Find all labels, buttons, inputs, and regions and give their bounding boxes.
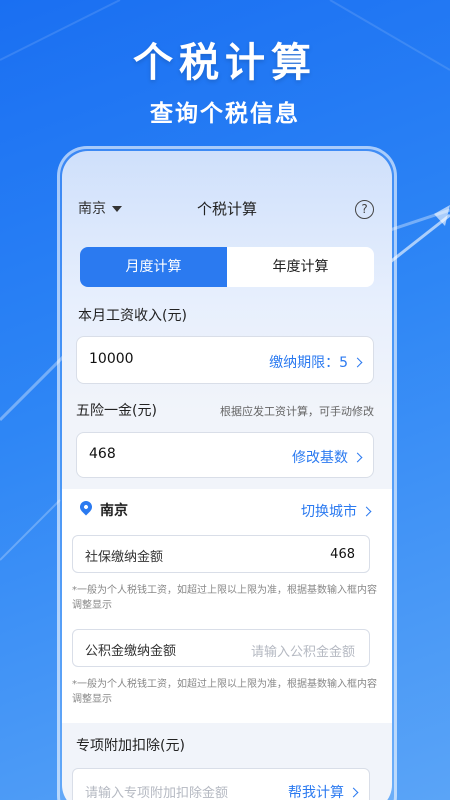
help-calculate-button[interactable]: 帮我计算 xyxy=(288,782,359,800)
period-selector[interactable]: 缴纳期限：5 xyxy=(269,352,363,372)
social-insurance-field[interactable]: 社保缴纳金额 468 xyxy=(72,535,370,573)
housing-fund-label: 公积金缴纳金额 xyxy=(85,644,177,659)
app-screen: 南京 个税计算 ? 月度计算 年度计算 本月工资收入(元) 10000 缴纳期限… xyxy=(62,151,392,800)
period-label: 缴纳期限：5 xyxy=(269,355,348,371)
salary-label: 本月工资收入(元) xyxy=(78,308,187,324)
switch-city-label: 切换城市 xyxy=(301,504,357,520)
housing-fund-placeholder: 请输入公积金金额 xyxy=(250,645,355,660)
modify-base-button[interactable]: 修改基数 xyxy=(292,447,363,467)
deduction-input[interactable]: 请输入专项附加扣除金额 帮我计算 xyxy=(72,768,370,800)
deduction-placeholder: 请输入专项附加扣除金额 xyxy=(85,786,229,800)
salary-input[interactable]: 10000 缴纳期限：5 xyxy=(76,336,374,384)
calc-mode-tabs: 月度计算 年度计算 xyxy=(80,247,374,287)
insurance-input[interactable]: 468 修改基数 xyxy=(76,432,374,478)
chevron-right-icon xyxy=(352,452,363,463)
modify-base-label: 修改基数 xyxy=(292,450,348,466)
help-icon[interactable]: ? xyxy=(355,200,374,219)
location-pin-icon xyxy=(77,498,95,516)
insurance-hint: 根据应发工资计算，可手动修改 xyxy=(220,405,374,418)
insurance-value: 468 xyxy=(89,446,116,462)
social-insurance-note: *一般为个人税钱工资，如超过上限以上限为准，根据基数输入框内容调整显示 xyxy=(72,585,377,611)
housing-fund-note: *一般为个人税钱工资，如超过上限以上限为准，根据基数输入框内容调整显示 xyxy=(72,679,377,705)
tab-monthly[interactable]: 月度计算 xyxy=(80,247,227,287)
card-city: 南京 xyxy=(100,503,128,519)
help-calculate-label: 帮我计算 xyxy=(288,785,344,800)
hero-title: 个税计算 xyxy=(133,40,317,86)
page-title: 个税计算 xyxy=(196,200,257,218)
chevron-right-icon xyxy=(352,357,363,368)
tab-yearly[interactable]: 年度计算 xyxy=(227,247,374,287)
chevron-right-icon xyxy=(348,787,359,798)
housing-fund-field[interactable]: 公积金缴纳金额 请输入公积金金额 xyxy=(72,629,370,667)
salary-value: 10000 xyxy=(89,351,134,367)
navbar: 南京 个税计算 ? xyxy=(62,193,392,223)
city-contribution-card: 南京 切换城市 社保缴纳金额 468 *一般为个人税钱工资，如超过上限以上限为准… xyxy=(62,489,392,723)
social-insurance-label: 社保缴纳金额 xyxy=(85,550,164,565)
switch-city-button[interactable]: 切换城市 xyxy=(301,501,372,521)
deduction-label: 专项附加扣除(元) xyxy=(76,738,185,754)
hero-subtitle: 查询个税信息 xyxy=(150,101,300,127)
chevron-right-icon xyxy=(361,506,372,517)
social-insurance-value: 468 xyxy=(330,547,355,562)
insurance-label: 五险一金(元) xyxy=(76,403,157,419)
